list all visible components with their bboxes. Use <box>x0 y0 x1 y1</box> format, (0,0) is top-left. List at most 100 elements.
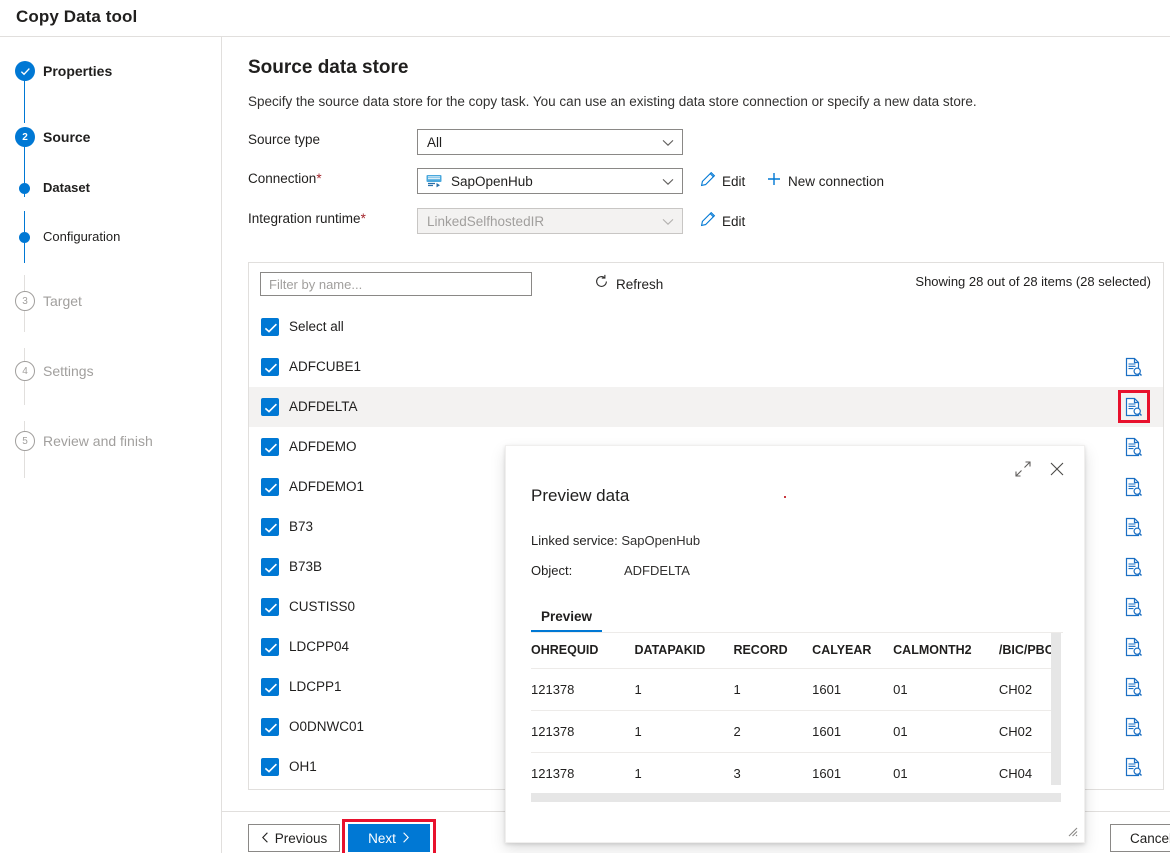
table-cell: 121378 <box>531 711 634 753</box>
table-cell: 3 <box>733 753 812 795</box>
preview-data-icon[interactable] <box>1123 717 1143 737</box>
table-horizontal-scrollbar[interactable] <box>531 793 1061 802</box>
select-all-checkbox[interactable] <box>261 318 279 336</box>
row-checkbox[interactable] <box>261 478 279 496</box>
source-type-label: Source type <box>248 132 320 147</box>
object-label: Object: <box>531 563 624 578</box>
row-checkbox[interactable] <box>261 718 279 736</box>
chevron-down-icon <box>662 169 674 195</box>
row-checkbox[interactable] <box>261 758 279 776</box>
required-asterisk: * <box>316 171 321 186</box>
row-checkbox[interactable] <box>261 358 279 376</box>
row-checkbox[interactable] <box>261 518 279 536</box>
table-row: 121378 1 2 1601 01 CH02 AN <box>531 711 1061 753</box>
preview-data-icon[interactable] <box>1123 477 1143 497</box>
expand-icon[interactable] <box>1014 460 1032 478</box>
integration-runtime-value: LinkedSelfhostedIR <box>427 214 544 229</box>
check-icon <box>15 61 35 81</box>
previous-button[interactable]: Previous <box>248 824 340 852</box>
chevron-down-icon <box>662 130 674 156</box>
table-cell: 1 <box>634 753 733 795</box>
row-name: ADFDEMO1 <box>289 478 364 496</box>
row-name: OH1 <box>289 758 317 776</box>
preview-data-icon[interactable] <box>1123 517 1143 537</box>
wizard-step-label: Properties <box>43 61 112 81</box>
preview-data-flyout: Preview data Linked service: SapOpenHub … <box>505 445 1085 843</box>
table-cell: 121378 <box>531 753 634 795</box>
required-asterisk: * <box>361 211 366 226</box>
cancel-button[interactable]: Cancel <box>1110 824 1170 852</box>
table-cell: 1601 <box>812 711 893 753</box>
new-connection-button[interactable]: New connection <box>766 170 884 192</box>
tab-preview[interactable]: Preview <box>531 603 602 632</box>
wizard-step-label: Target <box>43 291 82 311</box>
column-header: OHREQUID <box>531 633 634 669</box>
close-icon[interactable] <box>1048 460 1066 478</box>
preview-data-icon[interactable] <box>1123 597 1143 617</box>
preview-data-icon[interactable] <box>1123 437 1143 457</box>
next-button[interactable]: Next <box>348 824 430 852</box>
column-header: CALYEAR <box>812 633 893 669</box>
preview-data-icon[interactable] <box>1123 357 1143 377</box>
wizard-step-label: Configuration <box>43 227 120 247</box>
wizard-step-configuration[interactable]: Configuration <box>0 224 222 250</box>
list-item[interactable]: ADFCUBE1 <box>249 347 1163 387</box>
step-number-badge: 5 <box>15 431 35 451</box>
preview-data-icon[interactable] <box>1123 397 1143 417</box>
resize-handle[interactable] <box>1066 824 1078 836</box>
plus-icon <box>766 171 782 192</box>
connection-value: SapOpenHub <box>451 174 533 189</box>
wizard-step-target[interactable]: 3 Target <box>0 288 222 314</box>
wizard-step-dataset[interactable]: Dataset <box>0 175 222 201</box>
table-cell: 01 <box>893 669 999 711</box>
preview-data-icon[interactable] <box>1123 677 1143 697</box>
column-header: RECORD <box>733 633 812 669</box>
copy-data-tool-window: Copy Data tool Properties 2 Source Datas… <box>0 0 1170 853</box>
row-checkbox[interactable] <box>261 558 279 576</box>
preview-data-icon[interactable] <box>1123 557 1143 577</box>
wizard-step-label: Review and finish <box>43 431 153 451</box>
row-checkbox[interactable] <box>261 438 279 456</box>
row-name: B73 <box>289 518 313 536</box>
select-all-row[interactable]: Select all <box>249 307 1163 347</box>
source-type-value: All <box>427 135 442 150</box>
table-vertical-scrollbar[interactable] <box>1051 633 1061 785</box>
previous-label: Previous <box>275 831 328 846</box>
wizard-step-label: Dataset <box>43 178 90 198</box>
filter-by-name-input[interactable] <box>260 272 532 296</box>
new-connection-label: New connection <box>788 174 884 189</box>
wizard-step-source[interactable]: 2 Source <box>0 124 222 150</box>
row-checkbox[interactable] <box>261 638 279 656</box>
refresh-button[interactable]: Refresh <box>594 273 663 295</box>
column-header: CALMONTH2 <box>893 633 999 669</box>
source-type-dropdown[interactable]: All <box>417 129 683 155</box>
connection-dropdown[interactable]: SapOpenHub <box>417 168 683 194</box>
edit-connection-button[interactable]: Edit <box>700 170 745 192</box>
list-item-selected[interactable]: ADFDELTA <box>249 387 1163 427</box>
row-name: LDCPP04 <box>289 638 349 656</box>
chevron-right-icon <box>401 831 410 846</box>
wizard-step-label: Settings <box>43 361 94 381</box>
wizard-step-settings[interactable]: 4 Settings <box>0 358 222 384</box>
row-name: LDCPP1 <box>289 678 342 696</box>
edit-integration-runtime-button[interactable]: Edit <box>700 210 745 232</box>
form-row-source-type: Source type All <box>248 129 948 153</box>
wizard-step-review[interactable]: 5 Review and finish <box>0 428 222 454</box>
row-checkbox[interactable] <box>261 598 279 616</box>
cancel-label: Cancel <box>1130 831 1170 846</box>
row-checkbox[interactable] <box>261 398 279 416</box>
step-number-badge: 3 <box>15 291 35 311</box>
table-cell: 01 <box>893 711 999 753</box>
row-checkbox[interactable] <box>261 678 279 696</box>
preview-data-table: OHREQUID DATAPAKID RECORD CALYEAR CALMON… <box>531 633 1061 801</box>
table-cell: 01 <box>893 753 999 795</box>
preview-data-icon[interactable] <box>1123 757 1143 777</box>
step-number-badge: 4 <box>15 361 35 381</box>
row-name: ADFDEMO <box>289 438 357 456</box>
wizard-step-properties[interactable]: Properties <box>0 58 222 84</box>
integration-runtime-label-text: Integration runtime <box>248 211 361 226</box>
integration-runtime-label: Integration runtime* <box>248 211 366 226</box>
decorative-dot <box>784 496 786 498</box>
table-cell: 121378 <box>531 669 634 711</box>
preview-data-icon[interactable] <box>1123 637 1143 657</box>
